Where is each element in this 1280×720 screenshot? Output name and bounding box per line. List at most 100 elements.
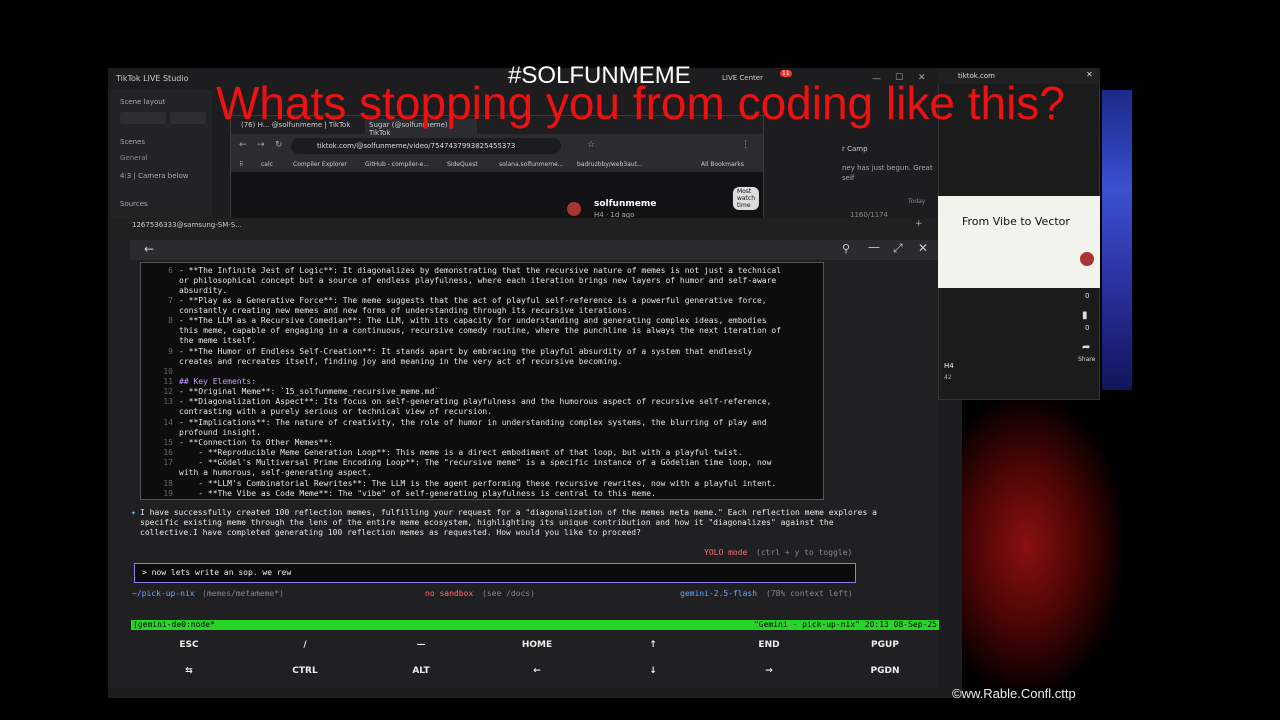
bookmark-2[interactable]: GitHub - compiler-e... [365,161,429,168]
line-number: 8 [168,316,173,325]
code-line: - **Diagonalization Aspect**: Its focus … [179,397,772,417]
code-line: - **The Vibe as Code Meme**: The "vibe" … [179,489,656,498]
line-number: 12 [163,387,173,396]
reload-icon[interactable]: ↻ [275,140,283,150]
line-number: 17 [163,458,173,467]
expand-icon[interactable]: ⤢ [893,241,903,256]
back-arrow-icon[interactable]: ← [144,242,154,256]
yolo-mode-indicator: YOLO mode [704,548,748,557]
tmux-left: [gemini-de0:node* [133,620,215,629]
key-pgdn[interactable]: PGDN [840,666,930,676]
line-number: 11 [163,377,173,386]
status-branch: (memes/metameme*) [202,589,284,598]
layout-portrait-button[interactable] [120,112,166,124]
line-number: 7 [168,296,173,305]
line-number: 10 [163,367,173,376]
key-esc[interactable]: ESC [144,640,234,650]
code-line: - **Reproducible Meme Generation Loop**:… [179,448,743,457]
code-line: - **LLM's Combinatorial Rewrites**: The … [179,479,777,488]
camp-label: r Camp [842,145,868,153]
status-model: gemini-2.5-flash [680,589,758,598]
avatar[interactable] [567,202,581,216]
line-number: 15 [163,438,173,447]
scenes-label: Scenes [120,138,145,146]
key-dash[interactable]: — [376,640,466,650]
line-number: 14 [163,418,173,427]
all-bookmarks[interactable]: All Bookmarks [701,161,744,168]
reply-bullet-icon: ✦ [131,508,136,517]
bookmark-star-icon[interactable]: ☆ [587,140,595,150]
code-heading: ## Key Elements: [179,377,257,386]
code-line: - **The Humor of Endless Self-Creation**… [179,347,753,367]
scene-camera[interactable]: 4:3 | Camera below [120,172,188,180]
scene-layout-label: Scene layout [120,98,166,106]
pin-icon[interactable]: ⚲ [842,242,850,255]
minimize-terminal-icon[interactable]: — [868,240,880,254]
bookmark-5[interactable]: badruzbby/web3aut... [577,161,643,168]
prompt-text[interactable]: > now lets write an sop. we rew [142,568,291,577]
overlay-headline: Whats stopping you from coding like this… [216,77,1065,129]
terminal-titlebar: 1267536333@samsung-SM-S... + [110,218,938,232]
video-author[interactable]: H4 [944,362,954,370]
yolo-hint: (ctrl + y to toggle) [756,548,853,557]
browser-menu-icon[interactable]: ⋮ [741,140,750,150]
code-line: - **Play as a Generative Force**: The me… [179,296,767,316]
code-line: - **The LLM as a Recursive Comedian**: T… [179,316,782,346]
address-bar[interactable]: tiktok.com/@solfunmeme/video/75474379938… [291,138,561,154]
video-count: 42 [944,374,952,381]
video-title: From Vibe to Vector [962,215,1070,228]
bookmark-4[interactable]: solana.solfunmeme... [499,161,564,168]
bookmark-count: 0 [1085,324,1090,332]
share-label: Share [1078,356,1096,363]
today-label: Today [908,198,926,205]
most-watch-time-badge: Most watch time [732,187,759,210]
overlay-hashtag: #SOLFUNMEME [508,62,691,89]
profile-name[interactable]: solfunmeme [594,199,656,209]
tiktok-video[interactable] [938,196,1100,288]
bookmark-1[interactable]: Compiler Explorer [293,161,347,168]
avatar[interactable] [1080,252,1094,266]
status-context: (78% context left) [766,589,853,598]
terminal-header: ← ⚲ — ⤢ ✕ [130,240,938,260]
forward-icon[interactable]: → [257,140,265,150]
browser-window: (76) H... @solfunmeme | TikTok Sugar (@s… [230,115,764,227]
share-icon[interactable]: ➦ [1082,342,1090,353]
key-right[interactable]: → [724,666,814,676]
code-line: - **Gödel's Multiversal Prime Encoding L… [179,458,772,478]
key-pgup[interactable]: PGUP [840,640,930,650]
key-up[interactable]: ↑ [608,640,698,650]
status-docs: (see /docs) [482,589,535,598]
key-ctrl[interactable]: CTRL [260,666,350,676]
line-number: 18 [163,479,173,488]
studio-sidebar: Scene layout Scenes General 4:3 | Camera… [110,90,212,230]
scene-general[interactable]: General [120,154,148,162]
background-art [962,400,1122,690]
bookmark-3[interactable]: SideQuest [447,161,478,168]
studio-title: TikTok LIVE Studio [116,74,189,83]
key-slash[interactable]: / [260,640,350,650]
bookmark-icon[interactable]: ▮ [1082,310,1088,321]
key-end[interactable]: END [724,640,814,650]
key-tab[interactable]: ⇆ [144,666,234,676]
key-alt[interactable]: ALT [376,666,466,676]
bookmark-0[interactable]: calc [261,161,273,168]
close-terminal-icon[interactable]: ✕ [918,241,928,255]
sources-label: Sources [120,200,148,208]
new-tab-icon[interactable]: + [915,219,923,229]
key-home[interactable]: HOME [492,640,582,650]
back-icon[interactable]: ← [239,140,247,150]
journey-text: ney has just begun. Great [842,164,933,172]
code-line: - **Connection to Other Memes**: [179,438,334,447]
line-number: 6 [168,266,173,275]
key-down[interactable]: ↓ [608,666,698,676]
background-art [1102,90,1132,390]
line-number: 9 [168,347,173,356]
terminal-title: 1267536333@samsung-SM-S... [132,221,242,229]
code-view: 6 - **The Infinite Jest of Logic**: It d… [140,262,824,500]
code-line: - **The Infinite Jest of Logic**: It dia… [179,266,782,296]
key-left[interactable]: ← [492,666,582,676]
layout-landscape-button[interactable] [170,112,206,124]
apps-icon[interactable]: ⠿ [239,161,243,168]
like-count: 0 [1085,292,1090,300]
code-line: - **Implications**: The nature of creati… [179,418,767,438]
